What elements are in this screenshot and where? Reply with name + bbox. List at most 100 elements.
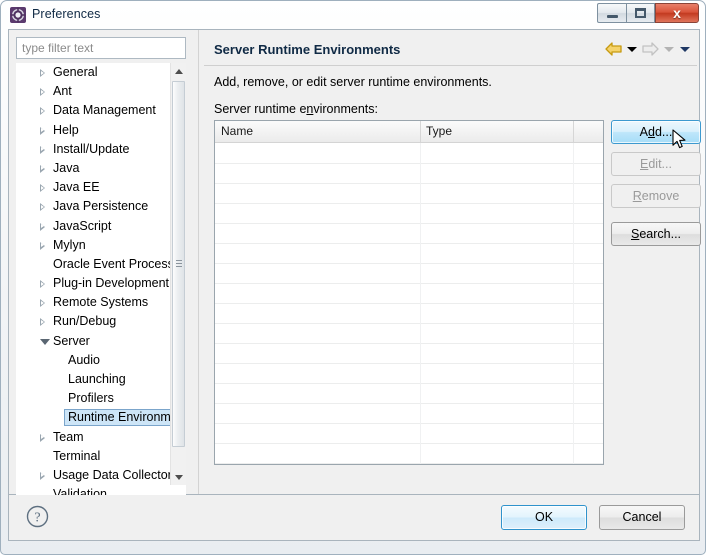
column-header-name[interactable]: Name: [215, 121, 420, 142]
tree-item-label: Data Management: [53, 103, 156, 118]
forward-dropdown-caret-icon: [664, 46, 674, 52]
chevron-right-icon[interactable]: [40, 184, 45, 193]
preference-tree-panel: General Ant Data Management Help Install/Upd…: [9, 30, 193, 533]
add-button[interactable]: Add...: [611, 120, 701, 144]
scroll-down-button[interactable]: [171, 469, 186, 485]
tree-item-mylyn[interactable]: Mylyn: [16, 236, 171, 255]
table-column-line: [573, 143, 574, 464]
table-row-separator: [215, 243, 603, 244]
chevron-right-icon[interactable]: [40, 299, 45, 308]
tree-item-audio[interactable]: Audio: [16, 351, 171, 370]
tree-item-team[interactable]: Team: [16, 428, 171, 447]
add-button-post: d...: [654, 125, 673, 139]
tree-item-launching[interactable]: Launching: [16, 370, 171, 389]
chevron-right-icon[interactable]: [40, 203, 45, 212]
remove-button-mnemonic: R: [632, 189, 642, 203]
column-header-blank[interactable]: [573, 121, 603, 142]
table-row-separator: [215, 423, 603, 424]
edit-button-post: dit...: [648, 157, 672, 171]
remove-button-post: emove: [641, 189, 680, 203]
minimize-button[interactable]: [597, 3, 626, 23]
chevron-right-icon[interactable]: [40, 318, 45, 327]
table-row-separator: [215, 223, 603, 224]
tree-item-label: Ant: [53, 84, 72, 99]
runtime-environments-table[interactable]: Name Type: [214, 120, 604, 465]
tree-item-java-ee[interactable]: Java EE: [16, 178, 171, 197]
table-row-separator: [215, 283, 603, 284]
tree-item-label: Remote Systems: [53, 295, 149, 310]
column-header-type[interactable]: Type: [420, 121, 573, 142]
tree-item-label: Oracle Event Processing: [53, 256, 171, 271]
tree-item-server[interactable]: Server: [16, 332, 171, 351]
chevron-right-icon[interactable]: [40, 145, 45, 154]
search-button[interactable]: Search...: [611, 222, 701, 246]
tree-item-oracle-event-processing[interactable]: Oracle Event Processing: [16, 255, 171, 274]
tree-item-label: Java: [53, 160, 80, 175]
maximize-button[interactable]: [626, 3, 655, 23]
chevron-right-icon[interactable]: [40, 280, 45, 289]
chevron-right-icon[interactable]: [40, 88, 45, 97]
tree-item-java-persistence[interactable]: Java Persistence: [16, 197, 171, 216]
tree-item-terminal[interactable]: Terminal: [16, 447, 171, 466]
chevron-down-icon[interactable]: [40, 338, 50, 345]
ok-button[interactable]: OK: [501, 505, 587, 530]
tree-item-javascript[interactable]: JavaScript: [16, 217, 171, 236]
tree-item-run-debug[interactable]: Run/Debug: [16, 312, 171, 331]
chevron-right-icon[interactable]: [40, 69, 45, 77]
tree-item-label: Runtime Environme: [68, 410, 171, 425]
tree-item-data-management[interactable]: Data Management: [16, 101, 171, 120]
tree-item-label: Help: [53, 122, 79, 137]
tree-item-ant[interactable]: Ant: [16, 82, 171, 101]
chevron-right-icon[interactable]: [40, 471, 45, 480]
triangle-up-icon: [174, 68, 183, 74]
scroll-up-button[interactable]: [171, 63, 186, 79]
tree-item-label: Audio: [68, 352, 100, 367]
scrollbar-grip-icon: [176, 260, 182, 268]
page-description: Add, remove, or edit server runtime envi…: [214, 75, 492, 89]
tree-item-plug-in-development[interactable]: Plug-in Development: [16, 274, 171, 293]
chevron-right-icon[interactable]: [40, 164, 45, 173]
forward-arrow-icon: [642, 42, 659, 56]
table-row-separator: [215, 203, 603, 204]
menu-caret-icon[interactable]: [680, 46, 690, 52]
chevron-right-icon[interactable]: [40, 222, 45, 231]
server-runtime-environments-page: Server Runtime Environments Add, remove,…: [199, 30, 701, 494]
preference-tree[interactable]: General Ant Data Management Help Install/Upd…: [16, 63, 186, 503]
remove-button: Remove: [611, 184, 701, 208]
search-button-post: earch...: [639, 227, 682, 241]
page-title: Server Runtime Environments: [214, 42, 401, 57]
table-row-separator: [215, 443, 603, 444]
chevron-right-icon[interactable]: [40, 126, 45, 135]
tree-item-install-update[interactable]: Install/Update: [16, 140, 171, 159]
table-row-separator: [215, 303, 603, 304]
tree-item-profilers[interactable]: Profilers: [16, 389, 171, 408]
list-label: Server runtime environments:: [214, 102, 378, 116]
minimize-icon: [606, 15, 618, 18]
tree-item-remote-systems[interactable]: Remote Systems: [16, 293, 171, 312]
question-mark-icon[interactable]: ?: [26, 505, 49, 528]
table-row-separator: [215, 183, 603, 184]
tree-item-runtime-environme[interactable]: Runtime Environme: [16, 408, 171, 427]
chevron-right-icon[interactable]: [40, 433, 45, 442]
chevron-right-icon[interactable]: [40, 241, 45, 250]
tree-item-general[interactable]: General: [16, 63, 171, 82]
back-dropdown-caret-icon[interactable]: [627, 46, 637, 52]
tree-items-viewport: General Ant Data Management Help Install/Upd…: [16, 63, 171, 498]
table-row-separator: [215, 403, 603, 404]
tree-vertical-scrollbar[interactable]: [170, 63, 186, 485]
close-button[interactable]: x: [655, 3, 699, 23]
tree-item-label: Java EE: [53, 180, 100, 195]
back-arrow-icon[interactable]: [605, 42, 622, 56]
tree-item-java[interactable]: Java: [16, 159, 171, 178]
cancel-button[interactable]: Cancel: [599, 505, 685, 530]
filter-input[interactable]: [16, 37, 186, 59]
add-button-mnemonic: d: [648, 125, 655, 139]
chevron-right-icon[interactable]: [40, 107, 45, 116]
vertical-scrollbar-thumb[interactable]: [172, 81, 185, 447]
table-row-separator: [215, 323, 603, 324]
table-row-separator: [215, 463, 603, 464]
table-row-separator: [215, 163, 603, 164]
tree-item-usage-data-collector[interactable]: Usage Data Collector: [16, 466, 171, 485]
table-row-separator: [215, 343, 603, 344]
tree-item-help[interactable]: Help: [16, 121, 171, 140]
